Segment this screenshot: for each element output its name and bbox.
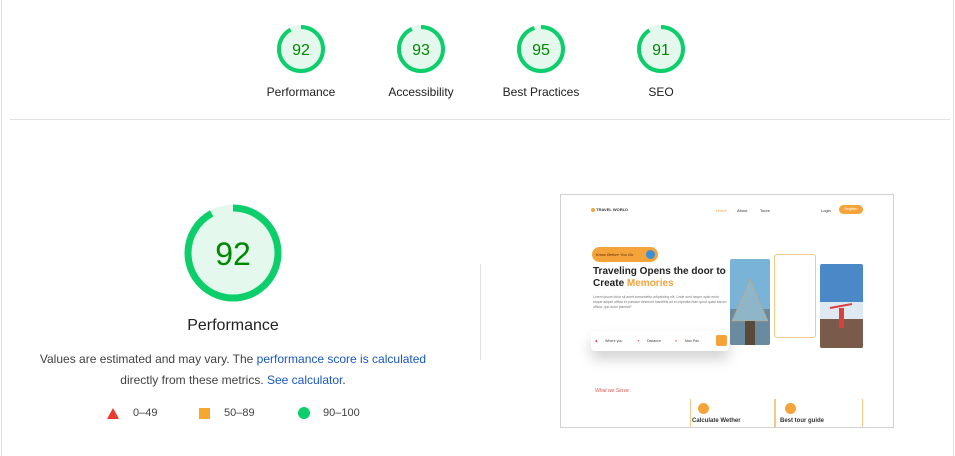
guide-icon xyxy=(785,403,796,414)
site-login: Login xyxy=(821,208,831,213)
legend-range: 90–100 xyxy=(323,407,360,419)
final-screenshot[interactable]: TRAVEL WORLD Home About Tours Login Regi… xyxy=(560,194,894,428)
gauge-accessibility[interactable]: 93 Accessibility xyxy=(361,24,481,99)
gauge-ring: 93 xyxy=(397,25,445,73)
site-nav-home: Home xyxy=(716,208,727,213)
triangle-icon xyxy=(107,407,119,419)
site-hero-line1: Traveling Opens the door to xyxy=(593,266,726,277)
site-hero-heading: Traveling Opens the door to Create Memor… xyxy=(593,266,726,290)
legend-fail: 0–49 xyxy=(107,407,157,419)
performance-score: 92 xyxy=(215,236,251,272)
site-nav-tours: Tours xyxy=(760,208,770,213)
gauge-ring: 92 xyxy=(277,25,325,73)
site-search-pax: Max Pax xyxy=(685,339,699,343)
people-icon: ● xyxy=(675,339,678,343)
site-hero-highlight: Memories xyxy=(626,278,674,289)
site-serve-heading: What we Serve xyxy=(595,388,629,394)
site-service-title: Best tour guide xyxy=(780,418,825,424)
circle-icon xyxy=(298,407,310,419)
section-divider xyxy=(10,119,950,120)
gauge-score: 93 xyxy=(412,42,430,59)
see-calculator-link[interactable]: See calculator xyxy=(267,373,342,387)
gauge-ring-large: 92 xyxy=(184,204,282,302)
performance-gauge-large: 92 xyxy=(183,203,283,308)
gauge-label: SEO xyxy=(648,85,674,99)
site-hero-line2: Create xyxy=(593,278,627,289)
hero-image-louvre xyxy=(730,259,770,345)
gauge-ring: 95 xyxy=(517,25,565,73)
search-icon xyxy=(716,335,727,346)
gauge-score: 92 xyxy=(292,42,310,59)
legend-range: 0–49 xyxy=(133,407,158,419)
site-hero-paragraph: Lorem ipsum dolor sit amet consectetur a… xyxy=(593,295,727,309)
gauge-label: Performance xyxy=(266,85,336,99)
legend-pass: 90–100 xyxy=(298,407,360,419)
site-hero-pill-text: Know Before You Go xyxy=(596,252,634,257)
gauge-seo[interactable]: 91 SEO xyxy=(601,24,721,99)
performance-title: Performance xyxy=(187,317,279,334)
location-icon: ◆ xyxy=(595,339,598,343)
weather-icon xyxy=(698,403,709,414)
gauge-score: 91 xyxy=(652,42,670,59)
desc-text: directly from these metrics. xyxy=(120,373,267,387)
globe-icon xyxy=(646,250,655,259)
site-service-title: Calculate Wether xyxy=(692,418,741,424)
gauge-best-practices[interactable]: 95 Best Practices xyxy=(481,24,601,99)
vertical-divider xyxy=(480,264,481,360)
hero-image-placeholder xyxy=(774,254,816,338)
legend-range: 50–89 xyxy=(224,407,255,419)
gauge-label: Best Practices xyxy=(502,85,580,99)
site-logo-text: TRAVEL WORLD xyxy=(596,207,628,212)
gauge-label: Accessibility xyxy=(388,85,454,99)
square-icon xyxy=(199,407,210,419)
gauge-ring: 91 xyxy=(637,25,685,73)
site-nav-about: About xyxy=(737,208,748,213)
performance-description: Values are estimated and may vary. The p… xyxy=(0,349,466,391)
site-service-card: Best tour guide xyxy=(775,399,863,427)
gauge-performance[interactable]: 92 Performance xyxy=(241,24,361,99)
site-logo: TRAVEL WORLD xyxy=(591,207,628,212)
distance-icon: ✦ xyxy=(637,339,641,343)
desc-text: . xyxy=(342,373,346,387)
site-search-bar: ◆ Where you ✦ Distance ● Max Pax xyxy=(591,331,729,351)
site-search-location: Where you xyxy=(605,339,623,343)
site-signup-button: Register xyxy=(839,205,863,214)
hero-image-mountain xyxy=(820,264,863,348)
site-service-card: Calculate Wether xyxy=(690,399,775,427)
desc-text: Values are estimated and may vary. The xyxy=(39,352,257,366)
site-search-distance: Distance xyxy=(647,339,661,343)
site-hero-pill: Know Before You Go xyxy=(592,247,658,262)
legend-average: 50–89 xyxy=(199,407,255,419)
gauge-score: 95 xyxy=(532,42,550,59)
performance-score-link[interactable]: performance score is calculated xyxy=(257,352,426,366)
category-gauges: 92 Performance 93 Accessibility 95 Best … xyxy=(0,24,955,104)
